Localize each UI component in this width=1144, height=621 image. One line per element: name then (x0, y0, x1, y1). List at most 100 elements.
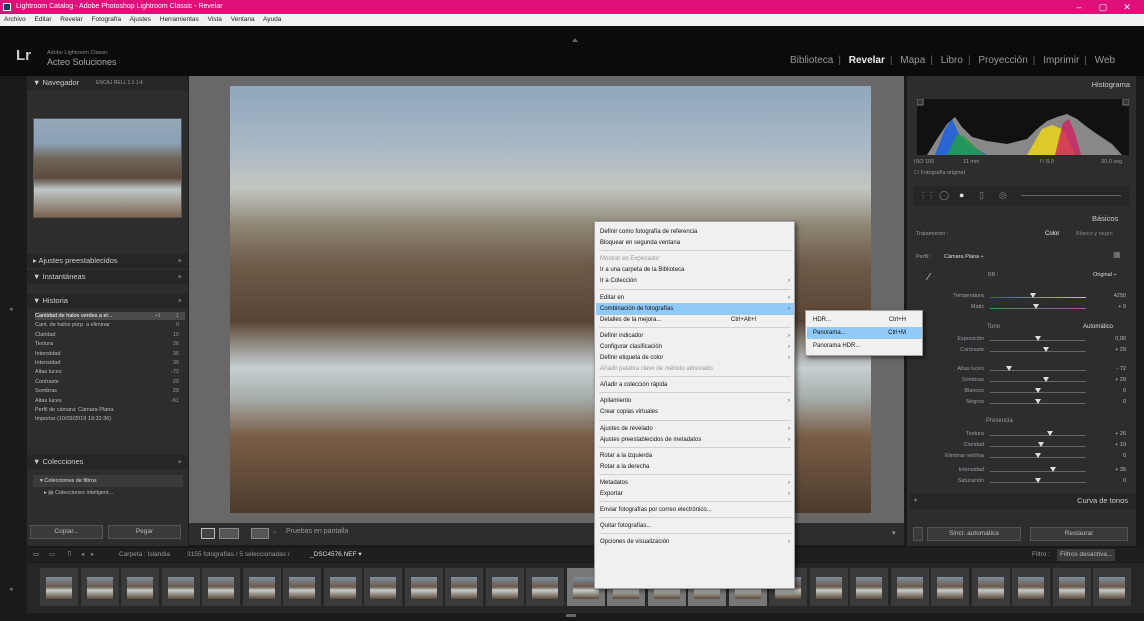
menu-item-enviar-fotografias-por-correo-electronico[interactable]: Enviar fotografías por correo electrónic… (596, 504, 794, 516)
menu-item-bloquear-en-segunda-ventana[interactable]: Bloquear en segunda ventana (596, 237, 794, 249)
slider-value-matiz[interactable]: + 9 (1104, 304, 1126, 310)
menu-herramientas[interactable]: Herramientas (160, 16, 199, 23)
add-collection-icon[interactable]: + (178, 455, 182, 469)
slider-value-sombras[interactable]: + 29 (1104, 377, 1126, 383)
slider-handle-blancos[interactable] (1035, 388, 1041, 393)
slider-handle-sombras[interactable] (1042, 377, 1049, 382)
slider-track-altas-luces[interactable] (990, 370, 1086, 371)
softproof-label[interactable]: Pruebas en pantalla (286, 528, 348, 535)
slider-value-intensidad[interactable]: + 35 (1104, 467, 1126, 473)
checkbox-icon[interactable]: ▫ (273, 528, 276, 537)
module-mapa[interactable]: Mapa (900, 55, 925, 66)
history-row[interactable]: Claridad 10 (35, 331, 185, 339)
radial-filter-icon[interactable]: ◎ (999, 190, 1007, 201)
minimize-button[interactable]: – (1068, 0, 1090, 14)
menu-ajustes[interactable]: Ajustes (130, 16, 151, 23)
history-header[interactable]: ▼ Historia × (27, 294, 188, 308)
filmstrip-cell[interactable] (323, 568, 362, 606)
filmstrip-file[interactable]: _DSC4576.NEF ▾ (310, 548, 362, 562)
filmstrip-left-icon[interactable]: ◂ (9, 585, 13, 593)
brush-slider[interactable] (1021, 195, 1121, 196)
back-icon[interactable]: ◂ (81, 548, 84, 562)
filmstrip-cell[interactable] (202, 568, 240, 606)
history-row[interactable]: Intensidad 35 (35, 350, 185, 358)
slider-value-exposicion[interactable]: 0,00 (1104, 336, 1126, 342)
filmstrip-cell[interactable] (971, 568, 1010, 606)
paste-button[interactable]: Pegar (108, 525, 181, 539)
filmstrip-cell[interactable] (80, 568, 119, 606)
grid-icon[interactable]: ⠿ (67, 548, 72, 562)
slider-value-temperatura[interactable]: 4250 (1104, 293, 1126, 299)
menu-item-anadir-a-coleccion-rapida[interactable]: Añadir a colección rápida (596, 379, 794, 391)
slider-handle-contraste[interactable] (1042, 347, 1049, 352)
filmstrip-cell[interactable] (890, 568, 929, 606)
filmstrip-cell[interactable] (1012, 568, 1050, 606)
history-row[interactable]: Contraste 29 (35, 378, 185, 386)
profile-select[interactable]: Cámara Plana ÷ (944, 254, 984, 260)
filmstrip-cell[interactable] (445, 568, 483, 606)
navigator-zoom-tabs[interactable]: ENCAJ RELL 1:1 1:4 (96, 76, 143, 90)
menu-revelar[interactable]: Revelar (60, 16, 82, 23)
slider-track-sombras[interactable] (990, 381, 1086, 382)
sync-toggle[interactable] (913, 527, 923, 541)
filmstrip-cell[interactable] (283, 568, 321, 606)
slider-value-claridad[interactable]: + 10 (1104, 442, 1126, 448)
navigator-preview[interactable] (33, 118, 182, 218)
filmstrip-cell[interactable] (526, 568, 564, 606)
collection-set-filters[interactable]: ▾ Colecciones de filtros (33, 475, 183, 487)
slider-handle-intensidad[interactable] (1050, 467, 1057, 472)
menu-item-exportar[interactable]: Exportar › (596, 488, 794, 500)
menu-ventana[interactable]: Ventana (231, 16, 255, 23)
slider-handle-textura[interactable] (1046, 431, 1053, 436)
slider-handle-exposicion[interactable] (1035, 336, 1041, 341)
add-snapshot-icon[interactable]: + (178, 270, 182, 284)
slider-track-temperatura[interactable] (990, 297, 1086, 298)
redeye-icon[interactable]: ● (959, 190, 964, 200)
eyedropper-icon[interactable]: ⁄ (928, 272, 930, 283)
filmstrip-cell[interactable] (931, 568, 969, 606)
slider-value-textura[interactable]: + 26 (1104, 431, 1126, 437)
slider-handle-temperatura[interactable] (1030, 293, 1037, 298)
module-libro[interactable]: Libro (941, 55, 963, 66)
before-after-icon[interactable] (219, 528, 239, 539)
navigator-header[interactable]: ▼ Navegador ENCAJ RELL 1:1 1:4 (27, 76, 188, 90)
slider-track-contraste[interactable] (990, 351, 1086, 352)
collections-header[interactable]: ▼ Colecciones + (27, 455, 188, 469)
bottom-toggle-icon[interactable] (566, 614, 576, 617)
tone-curve-toggle-icon[interactable]: ▾ (914, 497, 917, 504)
history-row[interactable]: Sombras 29 (35, 387, 185, 395)
module-revelar[interactable]: Revelar (849, 55, 885, 66)
menu-fotografia[interactable]: Fotografía (92, 16, 122, 23)
slider-handle-claridad[interactable] (1037, 442, 1044, 447)
history-row[interactable]: Textura 26 (35, 340, 185, 348)
filmstrip-cell[interactable] (40, 568, 78, 606)
menu-item-ir-a-coleccion[interactable]: Ir a Colección › (596, 275, 794, 287)
menu-item-ajustes-preestablecidos-de-metadatos[interactable]: Ajustes preestablecidos de metadatos › (596, 434, 794, 446)
slider-value-negros[interactable]: 0 (1104, 399, 1126, 405)
snapshots-header[interactable]: ▼ Instantáneas + (27, 270, 188, 284)
menu-item-detalles-de-la-mejora[interactable]: Detalles de la mejora... Ctrl+Alt+I (596, 314, 794, 326)
submenu-item-panorama[interactable]: Panorama... Ctrl+M (807, 327, 922, 339)
history-row[interactable]: Intensidad 39 (35, 359, 185, 367)
slider-value-eliminar-neblina[interactable]: 0 (1104, 453, 1126, 459)
filmstrip-cell[interactable] (1093, 568, 1131, 606)
treatment-bw[interactable]: Blanco y negro (1076, 231, 1113, 237)
filmstrip-cell[interactable] (809, 568, 848, 606)
menu-item-opciones-de-visualizacion[interactable]: Opciones de visualización › (596, 536, 794, 548)
basic-title[interactable]: Básicos (1092, 214, 1118, 223)
filmstrip-cell[interactable] (242, 568, 281, 606)
history-row[interactable]: Perfil de cámara: Cámara Plana (35, 406, 185, 414)
reset-button[interactable]: Restaurar (1030, 527, 1128, 541)
profile-browser-icon[interactable]: ▦ (1113, 250, 1121, 259)
filter-select[interactable]: Filtros desactiva... (1057, 549, 1116, 561)
window1-icon[interactable]: ▭ (33, 548, 39, 562)
history-row[interactable]: Altas luces -72 (35, 368, 185, 376)
left-panel-toggle[interactable] (17, 76, 27, 546)
submenu-item-hdr[interactable]: HDR... Ctrl+H (807, 314, 922, 326)
filmstrip-cell[interactable] (404, 568, 443, 606)
menu-item-quitar-fotografias[interactable]: Quitar fotografías... (596, 520, 794, 532)
filmstrip-source[interactable]: Carpeta : Islandia (119, 548, 170, 562)
menu-archivo[interactable]: Archivo (4, 16, 26, 23)
clear-history-icon[interactable]: × (178, 294, 182, 308)
window2-icon[interactable]: ▭ (49, 548, 55, 562)
